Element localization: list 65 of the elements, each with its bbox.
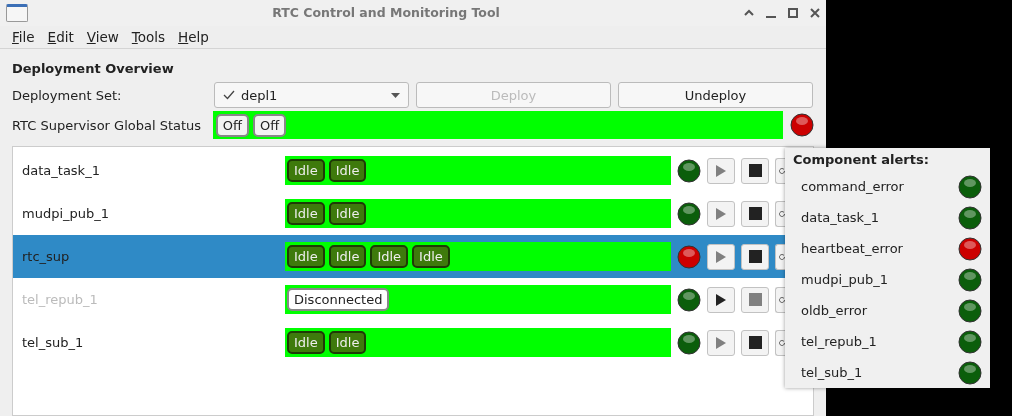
status-chip: Idle [287, 245, 325, 268]
status-chip: Idle [370, 245, 409, 268]
deployment-set-dropdown[interactable]: depl1 [214, 82, 409, 108]
play-icon [715, 163, 727, 178]
component-row[interactable]: rtc_sup Idle Idle Idle Idle [13, 235, 785, 278]
status-chip: Idle [287, 159, 325, 182]
alert-name: tel_repub_1 [801, 334, 877, 349]
component-row[interactable]: mudpi_pub_1 Idle Idle [13, 192, 785, 235]
menu-item[interactable]: View [80, 26, 126, 47]
stop-icon [748, 336, 762, 349]
menu-item[interactable]: Help [172, 26, 216, 47]
component-name: tel_repub_1 [21, 292, 99, 307]
popup-title: Component alerts: [793, 152, 930, 167]
check-icon [223, 90, 235, 100]
dropdown-caret-icon [391, 92, 400, 98]
stop-icon [748, 293, 762, 306]
menu-item[interactable]: File [6, 26, 42, 47]
play-icon [715, 206, 727, 221]
component-row[interactable]: tel_sub_1 Idle Idle [13, 321, 785, 364]
status-chip: Idle [328, 159, 367, 182]
menu-item[interactable]: Tools [125, 26, 173, 47]
status-chip: Disconnected [287, 288, 390, 311]
component-name: tel_sub_1 [21, 335, 85, 350]
stop-button[interactable] [741, 200, 769, 227]
status-chip: Idle [287, 202, 325, 225]
alert-name: heartbeat_error [801, 241, 903, 256]
component-name: rtc_sup [21, 249, 71, 264]
status-chip: Idle [412, 245, 450, 268]
app-icon [6, 3, 28, 22]
status-chip: Idle [328, 245, 367, 268]
menu-item[interactable]: Edit [41, 26, 81, 47]
status-chip: Idle [328, 331, 367, 354]
play-icon [715, 249, 727, 264]
play-icon [715, 292, 727, 307]
alert-name: command_error [801, 179, 904, 194]
status-chip: Off [215, 113, 249, 137]
alert-name: data_task_1 [801, 210, 879, 225]
status-label: RTC Supervisor Global Status [12, 117, 203, 133]
reset-button[interactable] [775, 157, 785, 184]
stop-icon [748, 164, 762, 177]
alert-name: tel_sub_1 [801, 365, 863, 380]
stop-icon [748, 250, 762, 263]
status-chip: Idle [287, 331, 325, 354]
alert-name: oldb_error [801, 303, 868, 318]
reset-button[interactable] [775, 329, 785, 356]
stop-button[interactable] [741, 329, 769, 356]
component-name: data_task_1 [21, 163, 101, 178]
window-title: RTC Control and Monitoring Tool [271, 5, 501, 21]
status-chip: Idle [328, 202, 367, 225]
stop-button[interactable] [741, 243, 769, 270]
undeploy-button[interactable]: Undeploy [618, 82, 813, 108]
stop-icon [748, 207, 762, 220]
chevron-up-icon[interactable] [744, 9, 754, 17]
status-chip: Off [252, 113, 287, 137]
component-row[interactable]: data_task_1 Idle Idle [13, 149, 785, 192]
alert-name: mudpi_pub_1 [801, 272, 889, 287]
reset-button[interactable] [775, 200, 785, 227]
section-title: Deployment Overview [12, 61, 175, 76]
field-label: Deployment Set: [12, 87, 123, 103]
maximize-icon[interactable] [788, 7, 798, 18]
reset-button[interactable] [775, 243, 785, 270]
play-icon [715, 335, 727, 350]
component-name: mudpi_pub_1 [21, 206, 111, 221]
stop-button[interactable] [741, 157, 769, 184]
close-icon[interactable] [810, 7, 820, 18]
